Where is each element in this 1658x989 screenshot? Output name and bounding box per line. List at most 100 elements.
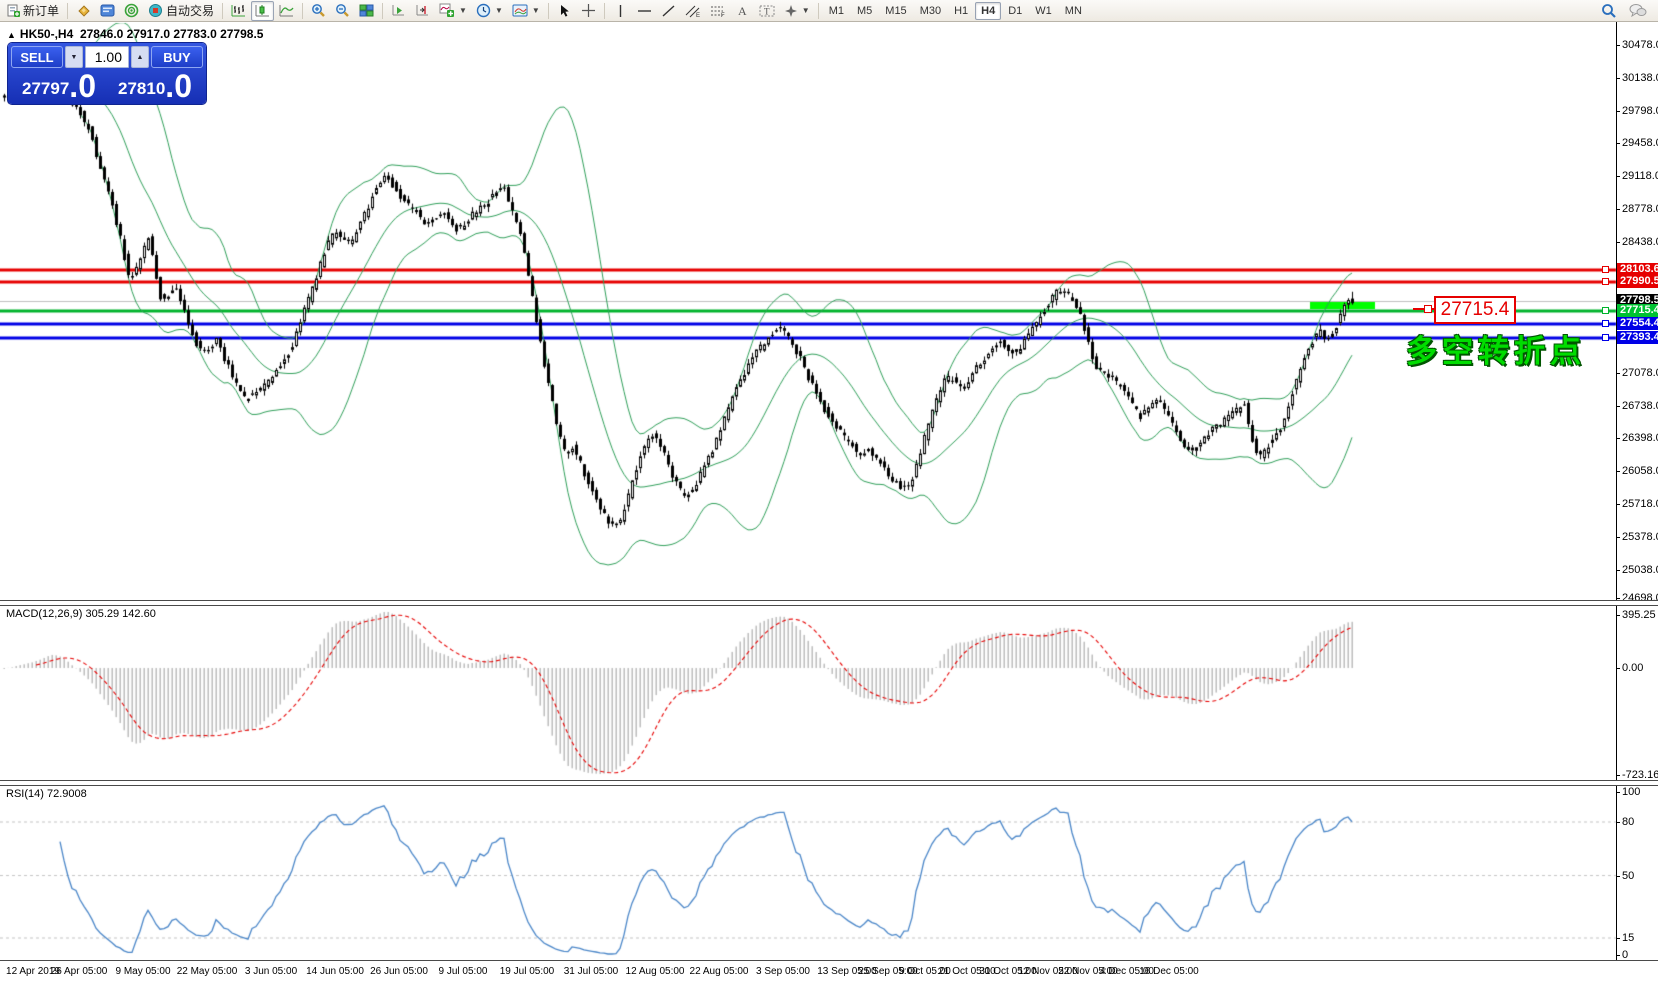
data-window-button[interactable]: [96, 1, 119, 21]
timeframe-H1[interactable]: H1: [948, 2, 974, 20]
price-tick-mark: [1616, 438, 1620, 439]
time-tick-label: 3 Jun 05:00: [245, 966, 297, 977]
price-tick-label: 28438.0: [1622, 236, 1658, 248]
toolbar-right: [1597, 1, 1655, 21]
dropdown-caret: ▼: [532, 6, 540, 15]
chart-symbol-period: HK50-,H4: [20, 27, 73, 41]
new-order-label: 新订单: [23, 2, 59, 19]
time-tick-label: 9 Jul 05:00: [439, 966, 488, 977]
indicators-icon: [439, 3, 455, 18]
timeframe-W1[interactable]: W1: [1029, 2, 1058, 20]
time-tick-label: 31 Jul 05:00: [564, 966, 619, 977]
bar-chart-button[interactable]: [227, 1, 250, 21]
trendline-button[interactable]: [657, 1, 680, 21]
chart-title: ▲HK50-,H4 27846.0 27917.0 27783.0 27798.…: [7, 27, 263, 41]
level-line-handle[interactable]: [1602, 320, 1609, 327]
timeframe-M1[interactable]: M1: [823, 2, 850, 20]
rsi-tick-mark: [1616, 955, 1620, 956]
callout-handle: [1424, 305, 1432, 313]
timeframe-D1[interactable]: D1: [1002, 2, 1028, 20]
market-watch-button[interactable]: [72, 1, 95, 21]
sell-price-frac: .0: [69, 72, 96, 100]
price-tick-mark: [1616, 504, 1620, 505]
level-line-handle[interactable]: [1602, 266, 1609, 273]
timeframe-H4[interactable]: H4: [975, 2, 1001, 20]
time-tick-label: 22 May 05:00: [177, 966, 238, 977]
templates-button[interactable]: ▼: [508, 1, 544, 21]
text-label-button[interactable]: T: [755, 1, 779, 21]
periods-clock-icon: [476, 3, 491, 18]
trade-panel-top-row: SELL ▼ ▲ BUY: [11, 46, 203, 68]
buy-price-main: 27810: [118, 78, 165, 100]
macd-pane-separator[interactable]: [0, 600, 1658, 606]
price-tick-mark: [1616, 537, 1620, 538]
price-tick-label: 29458.0: [1622, 137, 1658, 149]
trendline-icon: [661, 4, 676, 18]
timeframe-M15[interactable]: M15: [879, 2, 912, 20]
sell-price[interactable]: 27797.0: [11, 70, 107, 101]
level-line-handle[interactable]: [1602, 278, 1609, 285]
toolbar-separator: [67, 3, 68, 19]
price-tick-mark: [1616, 373, 1620, 374]
price-tick-label: 25038.0: [1622, 564, 1658, 576]
zoom-in-button[interactable]: [307, 1, 330, 21]
autotrading-button[interactable]: 自动交易: [144, 1, 218, 21]
volume-increase-button[interactable]: ▲: [131, 46, 149, 68]
rsi-tick-label: 50: [1622, 870, 1634, 882]
volume-decrease-button[interactable]: ▼: [65, 46, 83, 68]
chat-button[interactable]: [1625, 1, 1651, 21]
sell-button[interactable]: SELL: [11, 46, 63, 68]
level-price-tag: 27554.4: [1617, 317, 1658, 330]
volume-input[interactable]: [85, 46, 129, 68]
zoom-out-button[interactable]: [331, 1, 354, 21]
level-line-handle[interactable]: [1602, 307, 1609, 314]
price-tick-label: 27078.0: [1622, 367, 1658, 379]
arrows-button[interactable]: ▼: [780, 1, 814, 21]
periods-button[interactable]: ▼: [472, 1, 507, 21]
price-chart-canvas[interactable]: [0, 22, 1658, 961]
auto-scroll-button[interactable]: [387, 1, 410, 21]
indicators-button[interactable]: ▼: [435, 1, 471, 21]
price-tick-label: 29798.0: [1622, 105, 1658, 117]
timeframe-MN[interactable]: MN: [1059, 2, 1088, 20]
fibonacci-button[interactable]: F: [706, 1, 730, 21]
rsi-tick-label: 100: [1622, 786, 1640, 798]
buy-price[interactable]: 27810.0: [107, 70, 203, 101]
buy-button[interactable]: BUY: [151, 46, 203, 68]
crosshair-button[interactable]: [577, 1, 600, 21]
price-callout-box[interactable]: 27715.4: [1434, 296, 1516, 324]
macd-tick-mark: [1616, 775, 1620, 776]
chart-shift-button[interactable]: [411, 1, 434, 21]
line-chart-icon: [279, 3, 294, 18]
macd-tick-mark: [1616, 668, 1620, 669]
navigator-button[interactable]: [120, 1, 143, 21]
buy-price-frac: .0: [165, 72, 192, 100]
channel-button[interactable]: E: [681, 1, 705, 21]
text-button[interactable]: A: [731, 1, 754, 21]
timeframe-M5[interactable]: M5: [851, 2, 878, 20]
vertical-line-button[interactable]: [609, 1, 632, 21]
horizontal-line-icon: [637, 4, 652, 18]
toolbar-separator: [548, 3, 549, 19]
one-click-trading-panel: SELL ▼ ▲ BUY 27797.0 27810.0: [8, 43, 206, 104]
line-chart-button[interactable]: [275, 1, 298, 21]
timeframe-group: M1M5M15M30H1H4D1W1MN: [823, 2, 1088, 20]
new-order-button[interactable]: 新订单: [3, 1, 63, 21]
crosshair-icon: [581, 3, 596, 18]
tile-windows-button[interactable]: [355, 1, 378, 21]
candlestick-chart-button[interactable]: [251, 1, 274, 21]
search-button[interactable]: [1597, 1, 1621, 21]
bar-chart-icon: [231, 3, 246, 18]
level-line-handle[interactable]: [1602, 334, 1609, 341]
cursor-button[interactable]: [553, 1, 576, 21]
text-icon: A: [736, 4, 749, 18]
timeframe-M30[interactable]: M30: [914, 2, 947, 20]
horizontal-line-button[interactable]: [633, 1, 656, 21]
rsi-pane-separator[interactable]: [0, 780, 1658, 786]
price-tick-label: 28778.0: [1622, 203, 1658, 215]
time-axis-line: [0, 960, 1658, 961]
arrows-icon: [784, 4, 798, 18]
time-tick-label: 16 Dec 05:00: [1139, 966, 1199, 977]
time-tick-label: 3 Sep 05:00: [756, 966, 810, 977]
turning-point-annotation[interactable]: 多空转折点: [1406, 326, 1586, 371]
